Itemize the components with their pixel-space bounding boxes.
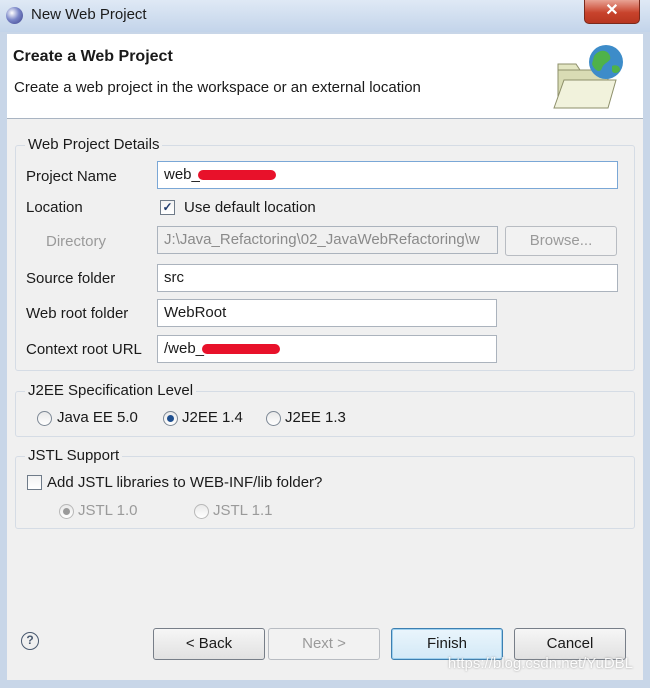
source-folder-label: Source folder (26, 270, 116, 287)
browse-button[interactable]: Browse... (505, 226, 617, 256)
web-project-details-label: Web Project Details (25, 136, 163, 153)
context-root-url-label: Context root URL (26, 341, 142, 358)
add-jstl-label: Add JSTL libraries to WEB-INF/lib folder… (47, 474, 323, 491)
radio-jstl-1-0[interactable] (59, 504, 74, 519)
back-button[interactable]: < Back (153, 628, 265, 660)
next-button[interactable]: Next > (268, 628, 380, 660)
use-default-location-checkbox[interactable]: ✓ (160, 200, 175, 215)
j2ee-1-4-label: J2EE 1.4 (182, 409, 243, 426)
context-root-url-input[interactable]: /web_ (157, 335, 497, 363)
watermark: https://blog.csdn.net/YuDBL (447, 655, 633, 672)
jstl-1-1-label: JSTL 1.1 (213, 502, 273, 519)
radio-j2ee-1-4[interactable] (163, 411, 178, 426)
jstl-1-0-label: JSTL 1.0 (78, 502, 138, 519)
redaction-mark (202, 344, 281, 355)
radio-j2ee-1-3[interactable] (266, 411, 281, 426)
window-title: New Web Project (31, 6, 147, 23)
radio-java-ee-5[interactable] (37, 411, 52, 426)
directory-input[interactable]: J:\Java_Refactoring\02_JavaWebRefactorin… (157, 226, 498, 254)
jstl-support-label: JSTL Support (25, 447, 123, 464)
redaction-mark (197, 170, 276, 181)
context-root-url-value: /web_ (164, 340, 205, 357)
wizard-header: Create a Web Project Create a web projec… (7, 34, 643, 119)
wizard-body: Web Project Details Project Name web_ Lo… (7, 119, 643, 680)
add-jstl-checkbox[interactable] (27, 475, 42, 490)
radio-jstl-1-1[interactable] (194, 504, 209, 519)
project-name-input[interactable]: web_ (157, 161, 618, 189)
close-window-button[interactable]: ✕ (584, 0, 640, 24)
web-root-folder-input[interactable]: WebRoot (157, 299, 497, 327)
wizard-title: Create a Web Project (13, 48, 173, 65)
directory-label: Directory (46, 233, 107, 250)
help-icon[interactable]: ? (21, 632, 39, 650)
source-folder-input[interactable]: src (157, 264, 618, 292)
project-name-label: Project Name (26, 168, 117, 185)
eclipse-app-icon (6, 7, 23, 24)
j2ee-level-label: J2EE Specification Level (25, 382, 197, 399)
project-name-value: web_ (164, 166, 200, 183)
location-label: Location (26, 199, 83, 216)
web-root-folder-label: Web root folder (26, 305, 129, 322)
folder-globe-icon (553, 45, 623, 109)
title-bar: New Web Project ✕ (0, 0, 650, 32)
wizard-description: Create a web project in the workspace or… (14, 79, 421, 96)
use-default-location-label: Use default location (184, 199, 316, 216)
j2ee-1-3-label: J2EE 1.3 (285, 409, 346, 426)
java-ee-5-label: Java EE 5.0 (57, 409, 138, 426)
